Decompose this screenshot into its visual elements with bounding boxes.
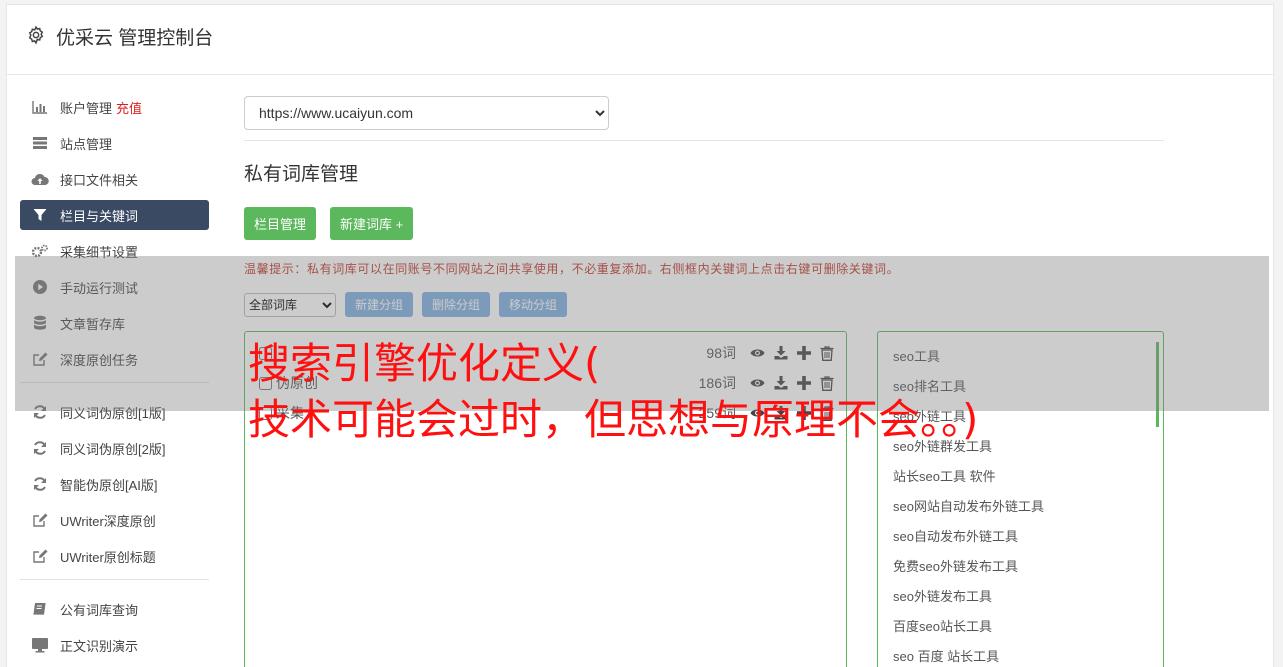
page-header-title: 优采云 管理控制台	[56, 28, 214, 49]
sidebar-item-label: 账户管理	[60, 100, 113, 116]
recharge-link[interactable]: 充值	[116, 98, 142, 117]
sidebar-item[interactable]: 站点管理	[20, 128, 209, 158]
gear-icon	[28, 25, 44, 45]
sidebar-item[interactable]: 同义词伪原创[2版]	[20, 433, 209, 463]
overlay-line-2: 技术可能会过时，但思想与原理不会。。)	[248, 395, 979, 444]
keyword-item[interactable]: seo外链发布工具	[878, 582, 1163, 612]
overlay-line-1: 搜索引擎优化定义(	[248, 339, 601, 388]
page-title: 私有词库管理	[244, 164, 359, 185]
overlay-text: 搜索引擎优化定义( 技术可能会过时，但思想与原理不会。。)	[248, 336, 978, 448]
sidebar-item-label: 正文识别演示	[60, 638, 139, 654]
sidebar-item-label: UWriter深度原创	[60, 513, 156, 529]
sidebar-item[interactable]: 账户管理 充值	[20, 92, 209, 122]
sidebar-item[interactable]: 接口文件相关	[20, 164, 209, 194]
sidebar-item-label: 栏目与关键词	[60, 208, 139, 224]
new-library-button[interactable]: 新建词库 +	[330, 207, 414, 240]
keyword-item[interactable]: seo 百度 站长工具	[878, 642, 1163, 667]
sidebar-item[interactable]: 智能伪原创[AI版]	[20, 469, 209, 499]
keyword-item[interactable]: seo网站自动发布外链工具	[878, 492, 1163, 522]
sidebar-item[interactable]: UWriter原创标题	[20, 541, 209, 571]
sidebar-item[interactable]: 栏目与关键词	[20, 200, 209, 230]
filter-icon	[31, 207, 49, 223]
sidebar-item[interactable]: 正文识别演示	[20, 630, 209, 660]
bar-chart-icon	[31, 99, 49, 115]
header: 优采云 管理控制台	[7, 5, 1273, 75]
sidebar-item[interactable]: UWriter深度原创	[20, 505, 209, 535]
sidebar-divider	[20, 579, 209, 580]
keyword-item[interactable]: seo自动发布外链工具	[878, 522, 1163, 552]
site-select[interactable]: https://www.ucaiyun.com	[244, 96, 609, 130]
sidebar-item-label: 接口文件相关	[60, 172, 139, 188]
sidebar-item[interactable]: 公有词库查询	[20, 594, 209, 624]
book-icon	[31, 601, 49, 617]
monitor-icon	[31, 637, 49, 653]
refresh-icon	[31, 440, 49, 456]
keyword-item[interactable]: 站长seo工具 软件	[878, 462, 1163, 492]
edit-icon	[31, 548, 49, 564]
sidebar-item-label: 公有词库查询	[60, 602, 139, 618]
sidebar-item-label: 同义词伪原创[2版]	[60, 441, 166, 457]
edit-icon	[31, 512, 49, 528]
cloud-upload-icon	[31, 171, 49, 187]
column-manage-button[interactable]: 栏目管理	[244, 207, 317, 240]
sidebar-item-label: UWriter原创标题	[60, 549, 156, 565]
keyword-item[interactable]: 免费seo外链发布工具	[878, 552, 1163, 582]
divider	[244, 140, 1164, 141]
sidebar-item-label: 站点管理	[60, 136, 113, 152]
keyword-item[interactable]: 百度seo站长工具	[878, 612, 1163, 642]
server-icon	[31, 135, 49, 151]
sidebar-item-label: 智能伪原创[AI版]	[60, 477, 158, 493]
refresh-icon	[31, 476, 49, 492]
